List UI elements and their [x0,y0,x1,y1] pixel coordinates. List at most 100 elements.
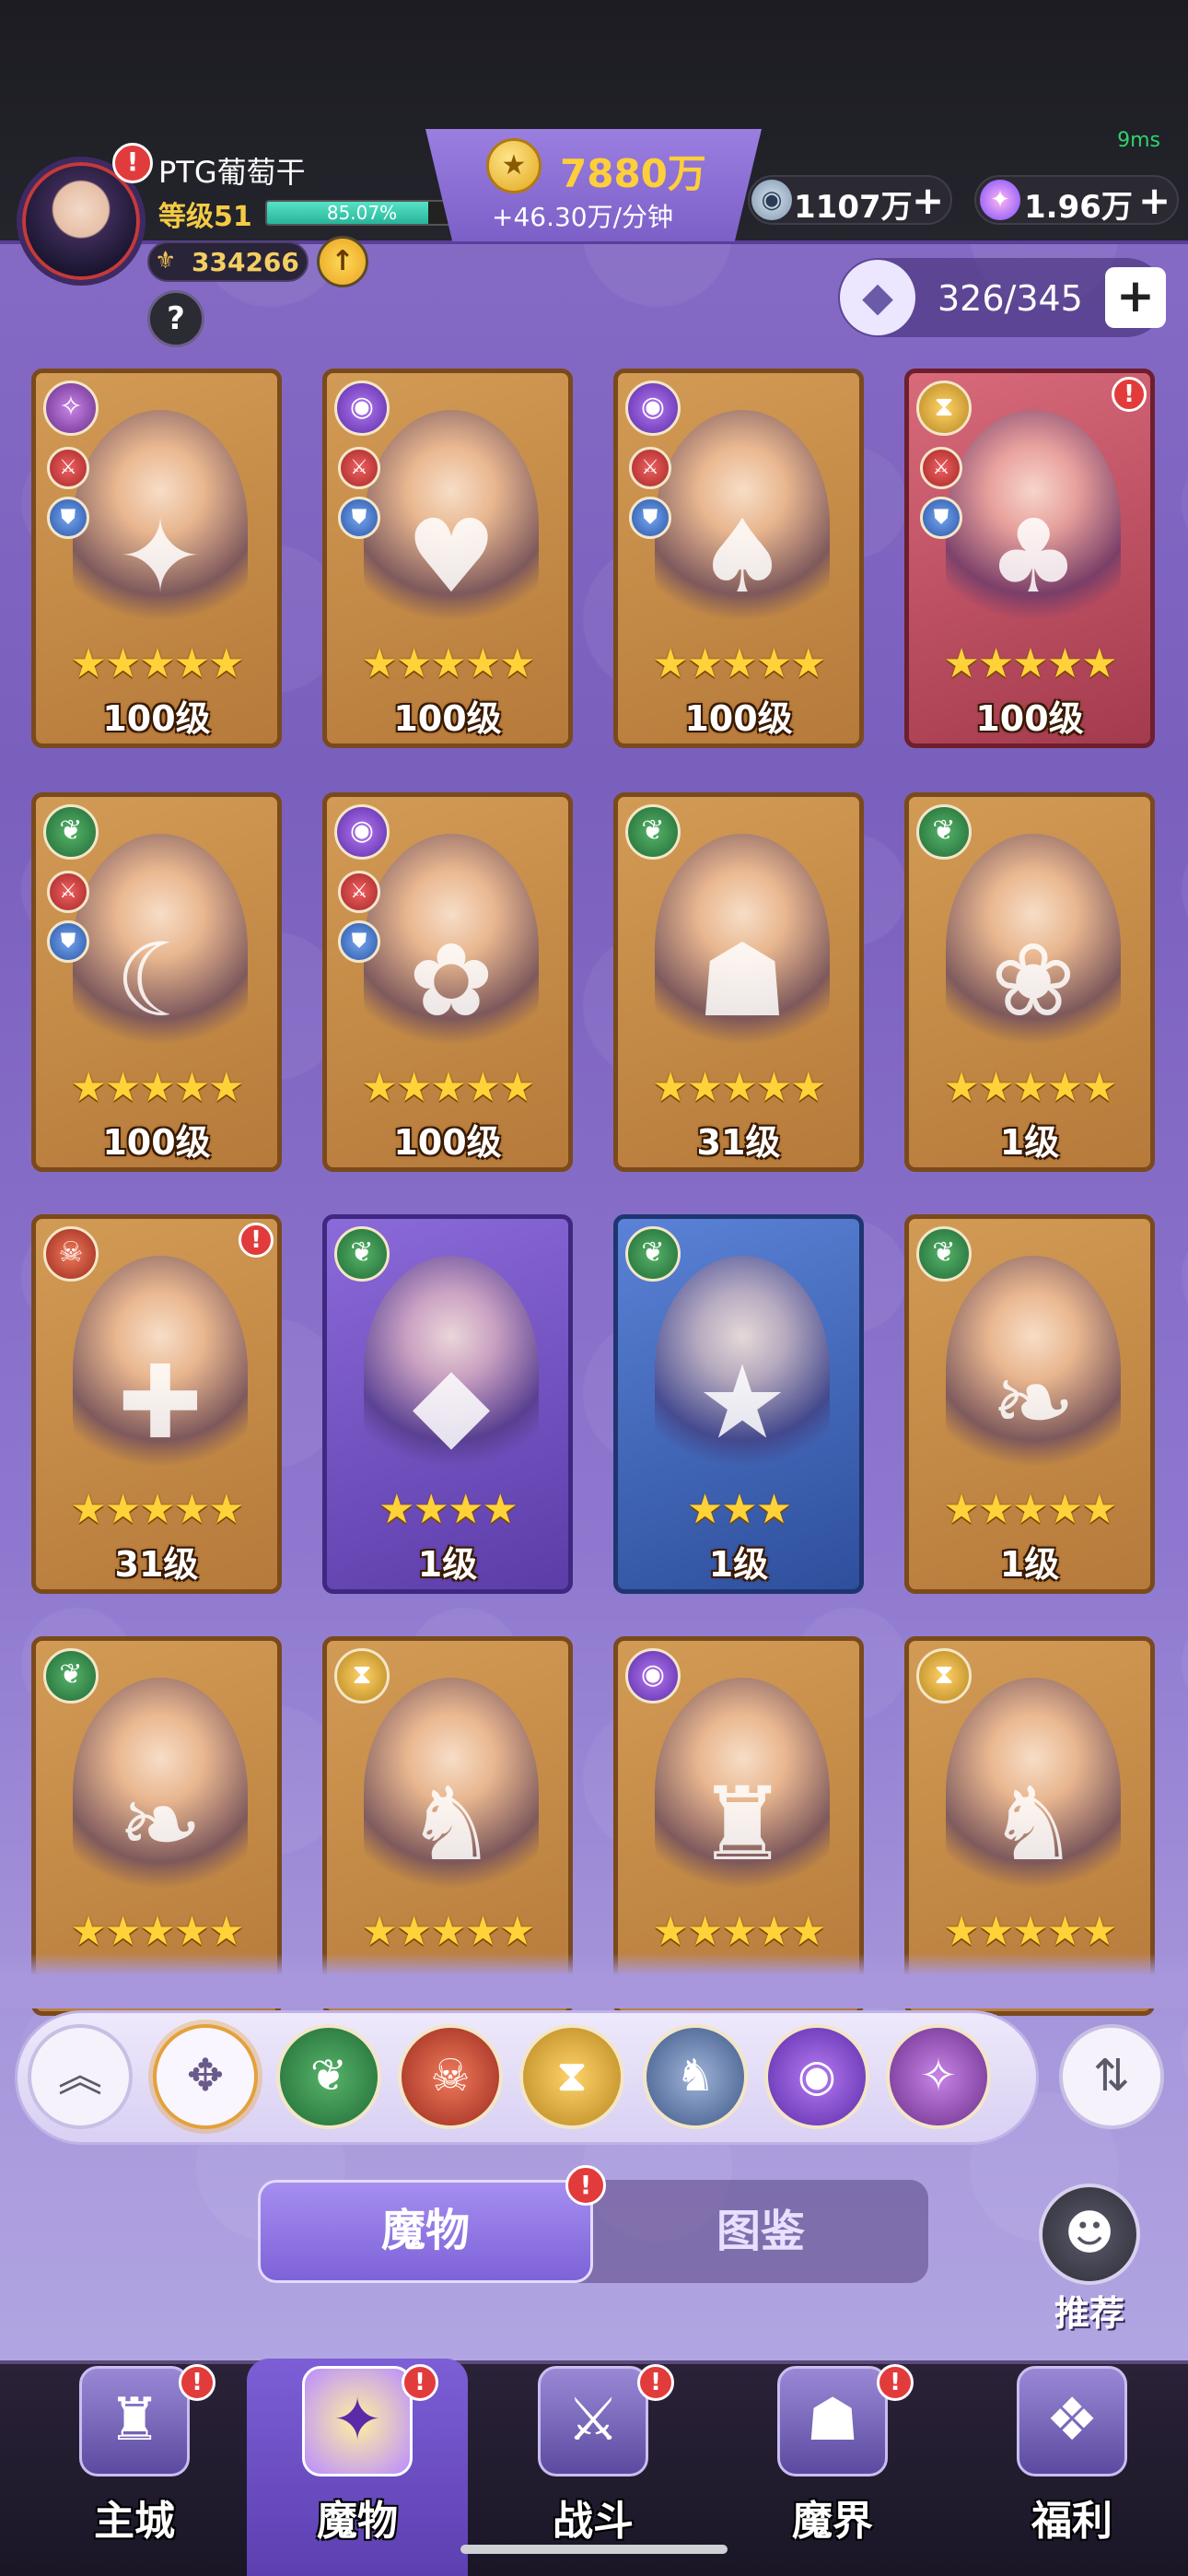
silver-add-button[interactable]: + [912,178,944,223]
tab-monsters[interactable]: 魔物 [258,2180,593,2283]
monster-stars: ★★★★★ [943,1064,1117,1111]
gold-coin-icon: ★ [486,138,542,193]
time-faction-icon: ⧗ [334,1648,390,1704]
filter-chaos-button[interactable]: ✧ [886,2024,991,2129]
treasure-chest-icon: ❖ [1017,2366,1127,2476]
monster-card[interactable]: ❀ ❦ ★★★★★ 1级 [904,792,1155,1172]
nav-badge: ! [179,2364,215,2401]
monster-portrait: ❀ [946,834,1121,1064]
grid-fade [0,1953,1188,2008]
player-level: 等级51 [158,201,252,233]
monster-portrait: ☾ [73,834,248,1064]
monster-stars: ★★★★★ [70,1908,244,1955]
monster-star-icon: ✦ [302,2366,413,2476]
fleur-icon: ⚜ [155,247,177,275]
monster-portrait: ❧ [946,1256,1121,1486]
filter-all-button[interactable]: ✥ [153,2024,258,2129]
nature-faction-icon: ❦ [334,1226,390,1282]
monster-level: 1级 [999,1122,1060,1163]
eye-faction-icon: ◉ [625,1648,681,1704]
sort-button[interactable]: ⇅ [1059,2024,1164,2129]
gold-amount: 7880万 [560,151,706,196]
monster-stars: ★★★★★ [652,1908,826,1955]
nav-badge: ! [402,2364,438,2401]
monster-card[interactable]: ✚ ☠! ★★★★★ 31级 [31,1214,282,1594]
monster-card[interactable]: ★ ❦ ★★★ 1级 [613,1214,864,1594]
monster-portrait: ✦ [73,410,248,640]
monster-level: 31级 [696,1122,781,1163]
monster-level: 1级 [999,1544,1060,1585]
nav-item-welfare[interactable]: ❖ 福利 [980,2348,1164,2550]
monster-portrait-glyph: ✿ [408,921,495,1039]
attack-icon: ⚔ [47,447,89,489]
filter-demon-button[interactable]: ☠ [398,2024,503,2129]
gem-value: 1.96万 [1024,189,1133,226]
tab-codex[interactable]: 图鉴 [593,2180,928,2283]
collapse-filter-button[interactable]: ︽ [28,2024,133,2129]
filter-time-button[interactable]: ⧗ [519,2024,624,2129]
help-button[interactable]: ? [147,290,204,347]
home-indicator[interactable] [460,2545,728,2554]
monster-portrait-glyph: ❧ [990,1343,1077,1461]
eye-faction-icon: ◉ [334,804,390,860]
capacity-add-button[interactable]: + [1105,267,1166,328]
monster-level: 1级 [708,1544,769,1585]
nav-item-main-city[interactable]: ♜ ! 主城 [42,2348,227,2550]
nature-faction-icon: ❦ [916,804,972,860]
time-faction-icon: ⧗ [916,381,972,436]
gem-add-button[interactable]: + [1138,178,1171,223]
filter-nature-button[interactable]: ❦ [276,2024,381,2129]
shield-icon: ⛊ [629,497,671,539]
shield-icon: ⛊ [338,920,380,963]
filter-dragon-button[interactable]: ♞ [643,2024,748,2129]
monster-card[interactable]: ♥ ◉ ⚔ ⛊ ★★★★★ 100级 [322,369,573,748]
monster-card[interactable]: ☗ ❦ ★★★★★ 31级 [613,792,864,1172]
card-notification-badge: ! [1112,377,1147,412]
monster-portrait-glyph: ♞ [405,1765,497,1883]
monster-portrait: ✿ [364,834,539,1064]
monster-stars: ★★★★★ [943,1486,1117,1533]
monster-stars: ★★★★★ [70,640,244,687]
nav-badge: ! [877,2364,914,2401]
attack-icon: ⚔ [338,447,380,489]
attack-icon: ⚔ [47,871,89,913]
demon-faction-icon: ☠ [43,1226,99,1282]
monster-card[interactable]: ♠ ◉ ⚔ ⛊ ★★★★★ 100级 [613,369,864,748]
shield-icon: ⛊ [920,497,962,539]
nav-item-battle[interactable]: ⚔ ! 战斗 [501,2348,685,2550]
nav-badge: ! [637,2364,674,2401]
monster-stars: ★★★★★ [652,1064,826,1111]
monster-card[interactable]: ✿ ◉ ⚔ ⛊ ★★★★★ 100级 [322,792,573,1172]
monster-card[interactable]: ❧ ❦ ★★★★★ 1级 [904,1214,1155,1594]
nav-item-monsters[interactable]: ✦ ! 魔物 [265,2348,449,2550]
nature-faction-icon: ❦ [625,1226,681,1282]
monster-card[interactable]: ◆ ❦ ★★★★ 1级 [322,1214,573,1594]
monster-portrait: ★ [655,1256,830,1486]
nav-label: 主城 [94,2498,175,2545]
power-up-button[interactable]: ↑ [317,236,368,287]
monster-stars: ★★★★ [379,1486,518,1533]
latency-indicator: 9ms [1117,129,1160,152]
monster-level: 1级 [417,1544,478,1585]
nature-faction-icon: ❦ [625,804,681,860]
monster-portrait: ♞ [946,1678,1121,1908]
monster-portrait-glyph: ✦ [117,498,204,615]
monster-portrait-glyph: ☾ [114,921,206,1039]
monster-card[interactable]: ☾ ❦ ⚔ ⛊ ★★★★★ 100级 [31,792,282,1172]
silver-coin-icon: ◉ [751,180,792,220]
monster-card[interactable]: ✦ ✧ ⚔ ⛊ ★★★★★ 100级 [31,369,282,748]
monster-stars: ★★★ [686,1486,792,1533]
monster-stars: ★★★★★ [943,640,1117,687]
monster-level: 100级 [102,1122,211,1163]
recommend-button[interactable]: ☻ [1039,2184,1140,2285]
monster-card[interactable]: ♣ ⧗ ⚔ ⛊! ★★★★★ 100级 [904,369,1155,748]
nav-item-demon-realm[interactable]: ☗ ! 魔界 [740,2348,925,2550]
shield-icon: ⛊ [47,497,89,539]
monster-capacity: 326/345 [938,278,1083,319]
filter-eye-button[interactable]: ◉ [764,2024,869,2129]
monster-portrait-glyph: ✚ [117,1343,204,1461]
nature-faction-icon: ❦ [916,1226,972,1282]
monster-stars: ★★★★★ [361,1064,535,1111]
attack-icon: ⚔ [338,871,380,913]
nav-label: 魔物 [317,2498,398,2545]
